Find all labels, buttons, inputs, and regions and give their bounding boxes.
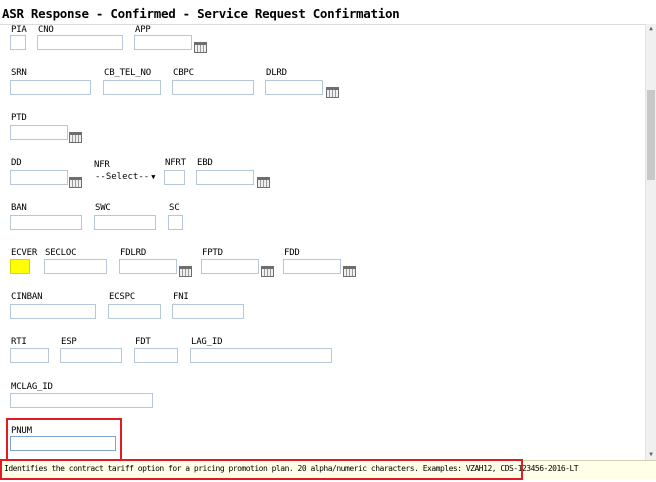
hint-annotation-box (0, 459, 523, 480)
pia-input[interactable] (10, 35, 26, 50)
dlrd-calendar-icon[interactable] (326, 87, 339, 98)
label-rti: RTI (11, 337, 27, 347)
label-cbpc: CBPC (173, 68, 194, 78)
dropdown-arrow-icon: ▼ (151, 173, 156, 181)
label-secloc: SECLOC (45, 248, 77, 258)
swc-input[interactable] (94, 215, 156, 230)
cinban-input[interactable] (10, 304, 96, 319)
lag-id-input[interactable] (190, 348, 332, 363)
label-dlrd: DLRD (266, 68, 287, 78)
cno-input[interactable] (37, 35, 123, 50)
label-ecver: ECVER (11, 248, 38, 258)
label-ban: BAN (11, 203, 27, 213)
label-pia: PIA (11, 25, 27, 35)
form-pane: PIA CNO APP SRN CB_TEL_NO CBPC DLRD PTD … (0, 25, 645, 459)
nfr-select[interactable]: --Select-- ▼ (93, 171, 156, 185)
fdd-calendar-icon[interactable] (343, 266, 356, 277)
fdt-input[interactable] (134, 348, 178, 363)
label-esp: ESP (61, 337, 77, 347)
label-lag-id: LAG_ID (191, 337, 223, 347)
label-ecspc: ECSPC (109, 292, 136, 302)
dlrd-input[interactable] (265, 80, 323, 95)
label-fdlrd: FDLRD (120, 248, 147, 258)
sc-input[interactable] (168, 215, 183, 230)
rti-input[interactable] (10, 348, 49, 363)
label-cb-tel-no: CB_TEL_NO (104, 68, 151, 78)
dd-calendar-icon[interactable] (69, 177, 82, 188)
fptd-input[interactable] (201, 259, 259, 274)
label-dd: DD (11, 158, 22, 168)
fdlrd-input[interactable] (119, 259, 177, 274)
pnum-input[interactable] (10, 436, 116, 451)
fdlrd-calendar-icon[interactable] (179, 266, 192, 277)
label-cinban: CINBAN (11, 292, 43, 302)
scrollbar-thumb[interactable] (647, 90, 655, 180)
ecspc-input[interactable] (108, 304, 161, 319)
nfr-select-value: --Select-- (95, 172, 150, 182)
ebd-input[interactable] (196, 170, 254, 185)
app-input[interactable] (134, 35, 192, 50)
mclag-id-input[interactable] (10, 393, 153, 408)
ptd-input[interactable] (10, 125, 68, 140)
window-title: ASR Response - Confirmed - Service Reque… (2, 6, 400, 21)
label-app: APP (135, 25, 151, 35)
scroll-down-icon[interactable]: ▼ (646, 450, 656, 460)
label-pnum: PNUM (11, 426, 32, 436)
cb-tel-no-input[interactable] (103, 80, 161, 95)
label-srn: SRN (11, 68, 27, 78)
esp-input[interactable] (60, 348, 122, 363)
label-fdd: FDD (284, 248, 300, 258)
label-fni: FNI (173, 292, 189, 302)
label-mclag-id: MCLAG_ID (11, 382, 53, 392)
dd-input[interactable] (10, 170, 68, 185)
fptd-calendar-icon[interactable] (261, 266, 274, 277)
label-nfr: NFR (94, 160, 110, 170)
scroll-up-icon[interactable]: ▲ (646, 24, 656, 34)
nfrt-input[interactable] (164, 170, 185, 185)
ecver-input[interactable] (10, 259, 30, 274)
app-calendar-icon[interactable] (194, 42, 207, 53)
ebd-calendar-icon[interactable] (257, 177, 270, 188)
ban-input[interactable] (10, 215, 82, 230)
label-fptd: FPTD (202, 248, 223, 258)
label-ptd: PTD (11, 113, 27, 123)
label-nfrt: NFRT (165, 158, 186, 168)
label-swc: SWC (95, 203, 111, 213)
cbpc-input[interactable] (172, 80, 254, 95)
srn-input[interactable] (10, 80, 91, 95)
label-cno: CNO (38, 25, 54, 35)
secloc-input[interactable] (44, 259, 107, 274)
label-fdt: FDT (135, 337, 151, 347)
ptd-calendar-icon[interactable] (69, 132, 82, 143)
vertical-scrollbar[interactable]: ▲ ▼ (645, 24, 656, 460)
fni-input[interactable] (172, 304, 244, 319)
fdd-input[interactable] (283, 259, 341, 274)
label-ebd: EBD (197, 158, 213, 168)
label-sc: SC (169, 203, 180, 213)
